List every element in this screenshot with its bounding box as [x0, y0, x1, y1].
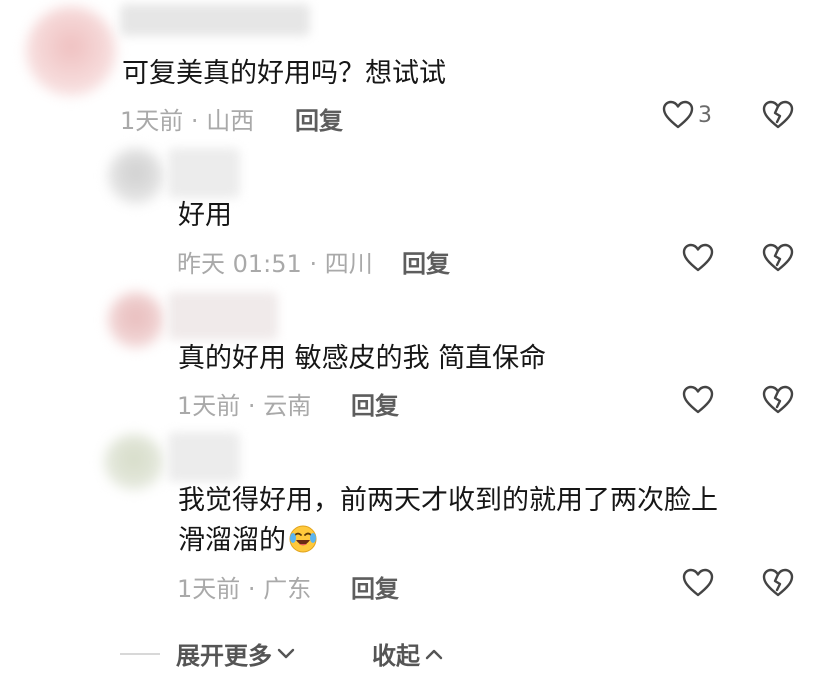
meta-separator: · — [309, 250, 318, 278]
laughing-crying-emoji-icon — [289, 525, 317, 553]
dislike-button[interactable] — [762, 243, 794, 277]
broken-heart-icon — [762, 385, 794, 414]
avatar[interactable] — [104, 434, 164, 490]
reply-button[interactable]: 回复 — [402, 244, 450, 279]
heart-outline-icon — [682, 385, 714, 414]
reply-button[interactable]: 回复 — [351, 569, 399, 604]
chevron-up-icon — [425, 649, 443, 659]
collapse-button[interactable]: 收起 — [372, 636, 444, 671]
like-button[interactable] — [682, 243, 718, 273]
like-button[interactable]: 3 — [662, 100, 712, 130]
comment-meta: 昨天 01:51 · 四川 — [177, 244, 373, 279]
meta-separator: · — [247, 392, 256, 420]
like-button[interactable] — [682, 385, 718, 415]
comment-text: 滑溜溜的 — [178, 525, 286, 556]
reply-button[interactable]: 回复 — [295, 101, 343, 136]
meta-separator: · — [190, 107, 199, 135]
dislike-button[interactable] — [762, 568, 794, 602]
expand-more-label: 展开更多 — [176, 642, 272, 670]
username-blurred[interactable] — [120, 4, 310, 36]
comment-text: 真的好用 敏感皮的我 简直保命 — [178, 343, 547, 374]
heart-outline-icon — [662, 100, 694, 129]
expand-more-button[interactable]: 展开更多 — [176, 636, 296, 671]
comment-meta: 1天前 · 云南 — [177, 386, 311, 421]
comment-text: 好用 — [178, 200, 232, 231]
avatar[interactable] — [26, 6, 116, 96]
dislike-button[interactable] — [762, 100, 794, 134]
comment-text-line1: 我觉得好用，前两天才收到的就用了两次脸上 — [178, 485, 718, 516]
comment-location: 山西 — [206, 107, 255, 135]
username-blurred[interactable] — [168, 292, 278, 340]
meta-separator: · — [247, 575, 256, 603]
comment-location: 云南 — [263, 392, 312, 420]
broken-heart-icon — [762, 243, 794, 272]
like-count: 3 — [698, 102, 712, 128]
avatar[interactable] — [108, 292, 164, 348]
comment-time: 1天前 — [177, 575, 241, 603]
broken-heart-icon — [762, 568, 794, 597]
collapse-label: 收起 — [372, 642, 420, 670]
divider-line — [120, 653, 160, 655]
avatar[interactable] — [108, 148, 164, 204]
heart-outline-icon — [682, 568, 714, 597]
comment-time: 1天前 — [177, 392, 241, 420]
comment-meta: 1天前 · 山西 — [120, 101, 254, 136]
chevron-down-icon — [277, 648, 295, 658]
comment-location: 广东 — [263, 575, 312, 603]
broken-heart-icon — [762, 100, 794, 129]
reply-button[interactable]: 回复 — [351, 386, 399, 421]
dislike-button[interactable] — [762, 385, 794, 419]
heart-outline-icon — [682, 243, 714, 272]
comment-text: 可复美真的好用吗？想试试 — [122, 58, 446, 89]
comment-time: 昨天 01:51 — [177, 250, 302, 278]
comment-text-line2: 滑溜溜的 — [178, 521, 318, 561]
username-blurred[interactable] — [168, 432, 240, 482]
comment-meta: 1天前 · 广东 — [177, 569, 311, 604]
username-blurred[interactable] — [168, 148, 240, 198]
comment-time: 1天前 — [120, 107, 184, 135]
comment-location: 四川 — [324, 250, 373, 278]
like-button[interactable] — [682, 568, 718, 598]
